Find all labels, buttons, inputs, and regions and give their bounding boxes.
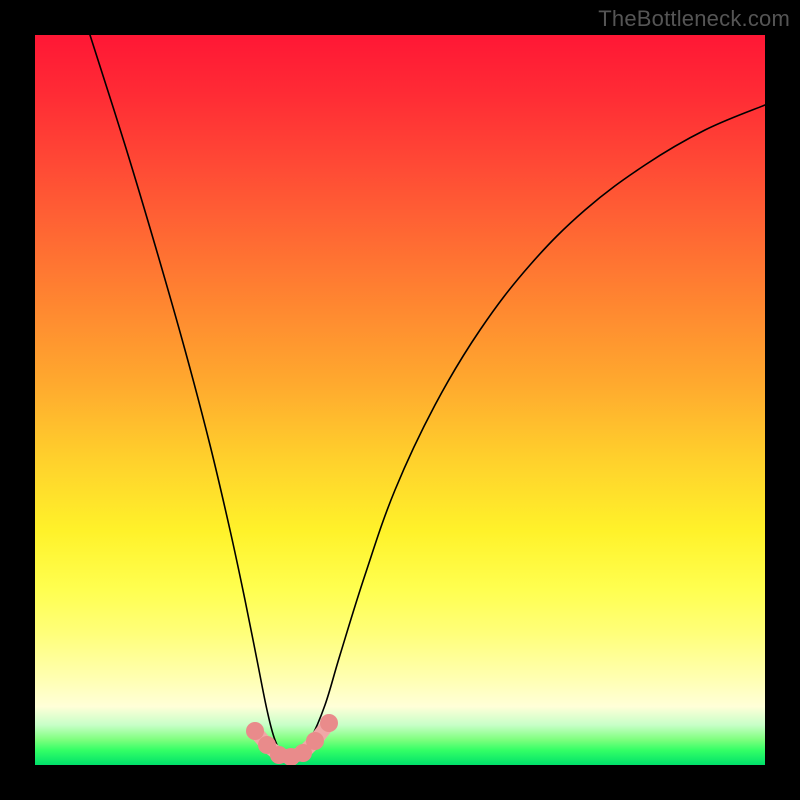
bottleneck-curve [90, 35, 765, 759]
curve-svg [35, 35, 765, 765]
highlight-dot [246, 722, 264, 740]
chart-frame: TheBottleneck.com [0, 0, 800, 800]
highlight-dot [320, 714, 338, 732]
plot-area [35, 35, 765, 765]
highlight-dot [306, 732, 324, 750]
watermark-text: TheBottleneck.com [598, 6, 790, 32]
